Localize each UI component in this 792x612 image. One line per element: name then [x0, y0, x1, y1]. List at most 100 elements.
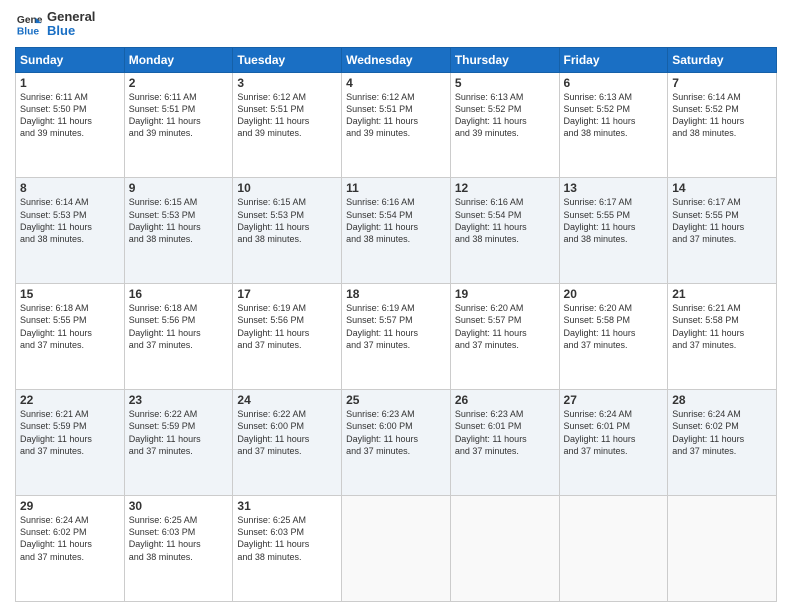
- day-number: 22: [20, 393, 120, 407]
- day-info: Sunrise: 6:19 AMSunset: 5:57 PMDaylight:…: [346, 302, 446, 351]
- page: General Blue General Blue SundayMondayTu…: [0, 0, 792, 612]
- day-info: Sunrise: 6:11 AMSunset: 5:51 PMDaylight:…: [129, 91, 229, 140]
- day-cell: 4Sunrise: 6:12 AMSunset: 5:51 PMDaylight…: [342, 72, 451, 178]
- day-info: Sunrise: 6:18 AMSunset: 5:55 PMDaylight:…: [20, 302, 120, 351]
- week-row-3: 15Sunrise: 6:18 AMSunset: 5:55 PMDayligh…: [16, 284, 777, 390]
- day-number: 10: [237, 181, 337, 195]
- day-cell: [342, 496, 451, 602]
- week-row-1: 1Sunrise: 6:11 AMSunset: 5:50 PMDaylight…: [16, 72, 777, 178]
- day-number: 26: [455, 393, 555, 407]
- day-number: 4: [346, 76, 446, 90]
- day-number: 3: [237, 76, 337, 90]
- day-cell: 16Sunrise: 6:18 AMSunset: 5:56 PMDayligh…: [124, 284, 233, 390]
- day-number: 31: [237, 499, 337, 513]
- day-number: 29: [20, 499, 120, 513]
- day-cell: 19Sunrise: 6:20 AMSunset: 5:57 PMDayligh…: [450, 284, 559, 390]
- day-number: 5: [455, 76, 555, 90]
- day-cell: [559, 496, 668, 602]
- day-cell: 21Sunrise: 6:21 AMSunset: 5:58 PMDayligh…: [668, 284, 777, 390]
- day-cell: 14Sunrise: 6:17 AMSunset: 5:55 PMDayligh…: [668, 178, 777, 284]
- col-header-friday: Friday: [559, 47, 668, 72]
- day-info: Sunrise: 6:11 AMSunset: 5:50 PMDaylight:…: [20, 91, 120, 140]
- day-number: 15: [20, 287, 120, 301]
- day-number: 28: [672, 393, 772, 407]
- day-number: 21: [672, 287, 772, 301]
- day-number: 25: [346, 393, 446, 407]
- svg-text:General: General: [17, 15, 43, 26]
- day-cell: 28Sunrise: 6:24 AMSunset: 6:02 PMDayligh…: [668, 390, 777, 496]
- logo-general: General: [47, 10, 95, 24]
- day-number: 13: [564, 181, 664, 195]
- day-info: Sunrise: 6:22 AMSunset: 5:59 PMDaylight:…: [129, 408, 229, 457]
- day-number: 11: [346, 181, 446, 195]
- day-cell: 22Sunrise: 6:21 AMSunset: 5:59 PMDayligh…: [16, 390, 125, 496]
- logo-icon: General Blue: [15, 10, 43, 38]
- svg-text:Blue: Blue: [17, 27, 40, 38]
- day-cell: 25Sunrise: 6:23 AMSunset: 6:00 PMDayligh…: [342, 390, 451, 496]
- day-info: Sunrise: 6:12 AMSunset: 5:51 PMDaylight:…: [346, 91, 446, 140]
- day-cell: 6Sunrise: 6:13 AMSunset: 5:52 PMDaylight…: [559, 72, 668, 178]
- day-info: Sunrise: 6:25 AMSunset: 6:03 PMDaylight:…: [237, 514, 337, 563]
- day-cell: 13Sunrise: 6:17 AMSunset: 5:55 PMDayligh…: [559, 178, 668, 284]
- header: General Blue General Blue: [15, 10, 777, 39]
- day-info: Sunrise: 6:21 AMSunset: 5:58 PMDaylight:…: [672, 302, 772, 351]
- day-cell: 10Sunrise: 6:15 AMSunset: 5:53 PMDayligh…: [233, 178, 342, 284]
- day-info: Sunrise: 6:15 AMSunset: 5:53 PMDaylight:…: [237, 196, 337, 245]
- day-number: 7: [672, 76, 772, 90]
- day-number: 1: [20, 76, 120, 90]
- day-cell: 24Sunrise: 6:22 AMSunset: 6:00 PMDayligh…: [233, 390, 342, 496]
- day-number: 6: [564, 76, 664, 90]
- day-number: 30: [129, 499, 229, 513]
- week-row-4: 22Sunrise: 6:21 AMSunset: 5:59 PMDayligh…: [16, 390, 777, 496]
- day-cell: [450, 496, 559, 602]
- day-cell: 18Sunrise: 6:19 AMSunset: 5:57 PMDayligh…: [342, 284, 451, 390]
- day-info: Sunrise: 6:19 AMSunset: 5:56 PMDaylight:…: [237, 302, 337, 351]
- day-cell: 31Sunrise: 6:25 AMSunset: 6:03 PMDayligh…: [233, 496, 342, 602]
- day-info: Sunrise: 6:23 AMSunset: 6:00 PMDaylight:…: [346, 408, 446, 457]
- day-info: Sunrise: 6:24 AMSunset: 6:02 PMDaylight:…: [20, 514, 120, 563]
- day-info: Sunrise: 6:22 AMSunset: 6:00 PMDaylight:…: [237, 408, 337, 457]
- week-row-2: 8Sunrise: 6:14 AMSunset: 5:53 PMDaylight…: [16, 178, 777, 284]
- day-cell: 1Sunrise: 6:11 AMSunset: 5:50 PMDaylight…: [16, 72, 125, 178]
- col-header-wednesday: Wednesday: [342, 47, 451, 72]
- calendar-table: SundayMondayTuesdayWednesdayThursdayFrid…: [15, 47, 777, 602]
- day-cell: [668, 496, 777, 602]
- day-info: Sunrise: 6:24 AMSunset: 6:01 PMDaylight:…: [564, 408, 664, 457]
- logo-blue: Blue: [47, 24, 95, 38]
- day-number: 9: [129, 181, 229, 195]
- day-cell: 7Sunrise: 6:14 AMSunset: 5:52 PMDaylight…: [668, 72, 777, 178]
- col-header-thursday: Thursday: [450, 47, 559, 72]
- day-cell: 3Sunrise: 6:12 AMSunset: 5:51 PMDaylight…: [233, 72, 342, 178]
- day-number: 27: [564, 393, 664, 407]
- day-cell: 12Sunrise: 6:16 AMSunset: 5:54 PMDayligh…: [450, 178, 559, 284]
- day-cell: 23Sunrise: 6:22 AMSunset: 5:59 PMDayligh…: [124, 390, 233, 496]
- day-cell: 5Sunrise: 6:13 AMSunset: 5:52 PMDaylight…: [450, 72, 559, 178]
- day-cell: 26Sunrise: 6:23 AMSunset: 6:01 PMDayligh…: [450, 390, 559, 496]
- calendar-header-row: SundayMondayTuesdayWednesdayThursdayFrid…: [16, 47, 777, 72]
- day-cell: 9Sunrise: 6:15 AMSunset: 5:53 PMDaylight…: [124, 178, 233, 284]
- col-header-tuesday: Tuesday: [233, 47, 342, 72]
- day-number: 8: [20, 181, 120, 195]
- day-number: 12: [455, 181, 555, 195]
- day-cell: 11Sunrise: 6:16 AMSunset: 5:54 PMDayligh…: [342, 178, 451, 284]
- day-info: Sunrise: 6:13 AMSunset: 5:52 PMDaylight:…: [564, 91, 664, 140]
- day-info: Sunrise: 6:21 AMSunset: 5:59 PMDaylight:…: [20, 408, 120, 457]
- week-row-5: 29Sunrise: 6:24 AMSunset: 6:02 PMDayligh…: [16, 496, 777, 602]
- day-info: Sunrise: 6:13 AMSunset: 5:52 PMDaylight:…: [455, 91, 555, 140]
- day-info: Sunrise: 6:15 AMSunset: 5:53 PMDaylight:…: [129, 196, 229, 245]
- day-info: Sunrise: 6:18 AMSunset: 5:56 PMDaylight:…: [129, 302, 229, 351]
- day-info: Sunrise: 6:14 AMSunset: 5:53 PMDaylight:…: [20, 196, 120, 245]
- day-info: Sunrise: 6:14 AMSunset: 5:52 PMDaylight:…: [672, 91, 772, 140]
- day-number: 16: [129, 287, 229, 301]
- day-number: 20: [564, 287, 664, 301]
- day-cell: 2Sunrise: 6:11 AMSunset: 5:51 PMDaylight…: [124, 72, 233, 178]
- day-number: 24: [237, 393, 337, 407]
- day-info: Sunrise: 6:20 AMSunset: 5:58 PMDaylight:…: [564, 302, 664, 351]
- col-header-monday: Monday: [124, 47, 233, 72]
- col-header-sunday: Sunday: [16, 47, 125, 72]
- day-cell: 8Sunrise: 6:14 AMSunset: 5:53 PMDaylight…: [16, 178, 125, 284]
- day-cell: 27Sunrise: 6:24 AMSunset: 6:01 PMDayligh…: [559, 390, 668, 496]
- logo: General Blue General Blue: [15, 10, 95, 39]
- day-info: Sunrise: 6:16 AMSunset: 5:54 PMDaylight:…: [455, 196, 555, 245]
- day-info: Sunrise: 6:20 AMSunset: 5:57 PMDaylight:…: [455, 302, 555, 351]
